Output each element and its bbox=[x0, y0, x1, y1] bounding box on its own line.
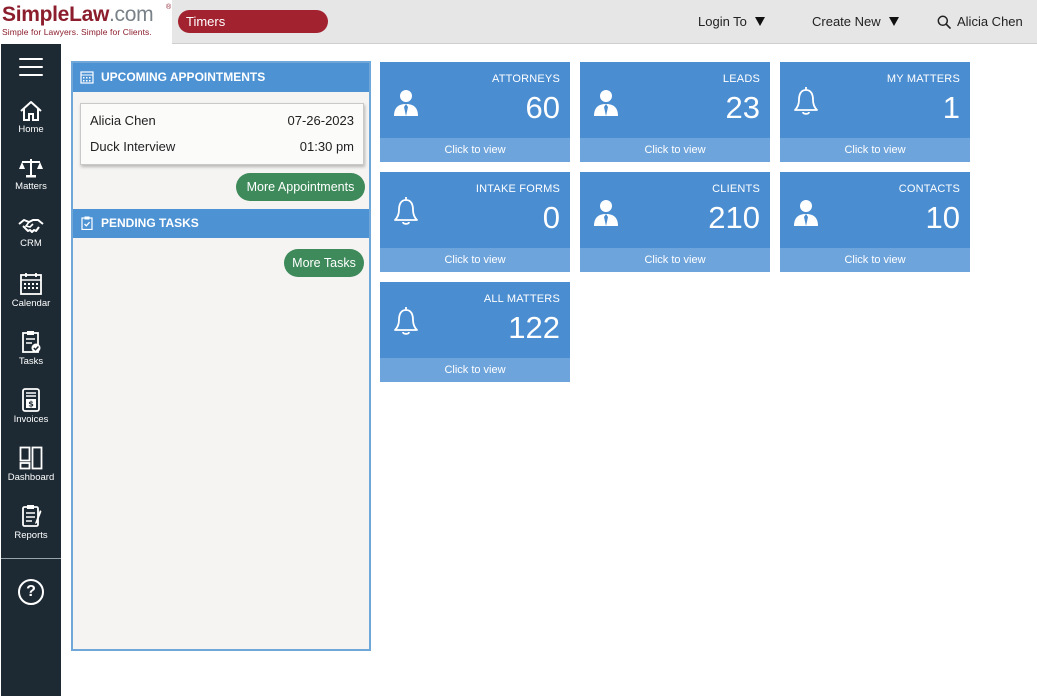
appointment-client: Alicia Chen bbox=[90, 113, 156, 128]
tile-value: 1 bbox=[942, 90, 960, 125]
calendar-icon bbox=[80, 71, 94, 84]
create-new-label: Create New bbox=[812, 14, 881, 29]
tile-clients[interactable]: CLIENTS 210 Click to view bbox=[580, 172, 770, 272]
tile-value: 60 bbox=[525, 90, 560, 125]
user-name[interactable]: Alicia Chen bbox=[957, 0, 1023, 44]
appointment-title: Duck Interview bbox=[90, 139, 176, 154]
sidebar-item-matters[interactable]: Matters bbox=[1, 157, 61, 211]
tile-title: CONTACTS bbox=[898, 183, 960, 195]
login-to-label: Login To bbox=[698, 14, 747, 29]
top-bar: SimpleLaw.com ® Simple for Lawyers. Simp… bbox=[0, 0, 1037, 44]
dashboard-icon bbox=[19, 446, 43, 470]
bell-icon bbox=[394, 197, 418, 225]
tile-title: LEADS bbox=[722, 73, 760, 85]
click-to-view-link[interactable]: Click to view bbox=[580, 138, 770, 162]
sidebar-item-label: CRM bbox=[20, 238, 42, 249]
bell-icon bbox=[794, 87, 818, 115]
sidebar-item-home[interactable]: Home bbox=[1, 100, 61, 154]
click-to-view-link[interactable]: Click to view bbox=[380, 248, 570, 272]
click-to-view-link[interactable]: Click to view bbox=[380, 138, 570, 162]
appointment-date: 07-26-2023 bbox=[287, 113, 355, 128]
appointment-card[interactable]: Alicia Chen 07-26-2023 Duck Interview 01… bbox=[80, 103, 364, 165]
tile-title: ATTORNEYS bbox=[491, 73, 560, 85]
tile-my-matters[interactable]: MY MATTERS 1 Click to view bbox=[780, 62, 970, 162]
tile-leads[interactable]: LEADS 23 Click to view bbox=[580, 62, 770, 162]
tile-value: 0 bbox=[542, 200, 560, 235]
click-to-view-link[interactable]: Click to view bbox=[780, 248, 970, 272]
sidebar-item-label: Invoices bbox=[13, 414, 49, 425]
sidebar-item-crm[interactable]: CRM bbox=[1, 216, 61, 270]
agenda-panel: UPCOMING APPOINTMENTS Alicia Chen 07-26-… bbox=[71, 61, 371, 651]
sidebar-item-label: Matters bbox=[15, 181, 47, 192]
sidebar-item-calendar[interactable]: Calendar bbox=[1, 272, 61, 326]
timers-button[interactable]: Timers bbox=[178, 10, 328, 33]
sidebar-item-label: Home bbox=[18, 124, 44, 135]
person-icon bbox=[794, 200, 818, 226]
report-icon bbox=[22, 505, 42, 527]
sidebar: Home Matters CRM Calendar Tasks $ Invoic… bbox=[1, 44, 61, 696]
sidebar-item-dashboard[interactable]: Dashboard bbox=[1, 446, 61, 500]
sidebar-item-label: Calendar bbox=[11, 298, 51, 309]
create-new-menu[interactable]: Create New bbox=[812, 0, 899, 44]
svg-text:$: $ bbox=[28, 400, 34, 409]
hamburger-menu-icon[interactable] bbox=[19, 58, 43, 76]
logo-registered-mark: ® bbox=[166, 4, 172, 11]
click-to-view-link[interactable]: Click to view bbox=[780, 138, 970, 162]
logo-tagline: Simple for Lawyers. Simple for Clients. bbox=[2, 27, 152, 37]
sidebar-item-invoices[interactable]: $ Invoices bbox=[1, 388, 61, 442]
handshake-icon bbox=[18, 218, 44, 233]
click-to-view-link[interactable]: Click to view bbox=[580, 248, 770, 272]
clipboard-check-icon bbox=[22, 331, 41, 353]
home-icon bbox=[20, 101, 42, 121]
tile-value: 210 bbox=[708, 200, 760, 235]
tile-value: 122 bbox=[508, 310, 560, 345]
tile-attorneys[interactable]: ATTORNEYS 60 Click to view bbox=[380, 62, 570, 162]
clipboard-check-icon bbox=[81, 216, 93, 230]
search-icon[interactable] bbox=[937, 15, 951, 29]
sidebar-item-tasks[interactable]: Tasks bbox=[1, 330, 61, 384]
appointments-header: UPCOMING APPOINTMENTS bbox=[73, 63, 369, 92]
sidebar-item-label: Reports bbox=[14, 530, 48, 541]
tile-value: 23 bbox=[725, 90, 760, 125]
calendar-icon bbox=[20, 273, 42, 295]
appointment-row: Duck Interview 01:30 pm bbox=[90, 139, 354, 157]
sidebar-item-reports[interactable]: Reports bbox=[1, 504, 61, 558]
appointment-row: Alicia Chen 07-26-2023 bbox=[90, 113, 354, 131]
bell-icon bbox=[394, 307, 418, 335]
invoice-icon: $ bbox=[22, 388, 40, 412]
appointment-time: 01:30 pm bbox=[299, 139, 354, 154]
appointments-title: UPCOMING APPOINTMENTS bbox=[101, 70, 266, 84]
caret-down-icon bbox=[888, 17, 899, 27]
brand-logo[interactable]: SimpleLaw.com ® Simple for Lawyers. Simp… bbox=[0, 0, 172, 44]
sidebar-item-label: Dashboard bbox=[7, 472, 55, 483]
logo-wordmark: SimpleLaw.com bbox=[2, 3, 154, 26]
tasks-title: PENDING TASKS bbox=[101, 216, 199, 230]
tile-contacts[interactable]: CONTACTS 10 Click to view bbox=[780, 172, 970, 272]
login-to-menu[interactable]: Login To bbox=[698, 0, 765, 44]
tasks-header: PENDING TASKS bbox=[73, 209, 369, 238]
tile-value: 10 bbox=[925, 200, 960, 235]
tile-title: ALL MATTERS bbox=[483, 293, 560, 305]
tile-all-matters[interactable]: ALL MATTERS 122 Click to view bbox=[380, 282, 570, 382]
person-icon bbox=[594, 90, 618, 116]
tile-title: INTAKE FORMS bbox=[475, 183, 560, 195]
sidebar-item-label: Tasks bbox=[18, 356, 44, 367]
caret-down-icon bbox=[754, 17, 765, 27]
tile-intake-forms[interactable]: INTAKE FORMS 0 Click to view bbox=[380, 172, 570, 272]
scales-icon bbox=[19, 159, 43, 178]
person-icon bbox=[594, 200, 618, 226]
tile-title: CLIENTS bbox=[712, 183, 760, 195]
person-icon bbox=[394, 90, 418, 116]
more-tasks-button[interactable]: More Tasks bbox=[284, 249, 364, 277]
help-icon[interactable]: ? bbox=[18, 579, 44, 605]
more-appointments-button[interactable]: More Appointments bbox=[236, 173, 365, 201]
click-to-view-link[interactable]: Click to view bbox=[380, 358, 570, 382]
sidebar-divider bbox=[1, 558, 61, 559]
tile-title: MY MATTERS bbox=[886, 73, 960, 85]
